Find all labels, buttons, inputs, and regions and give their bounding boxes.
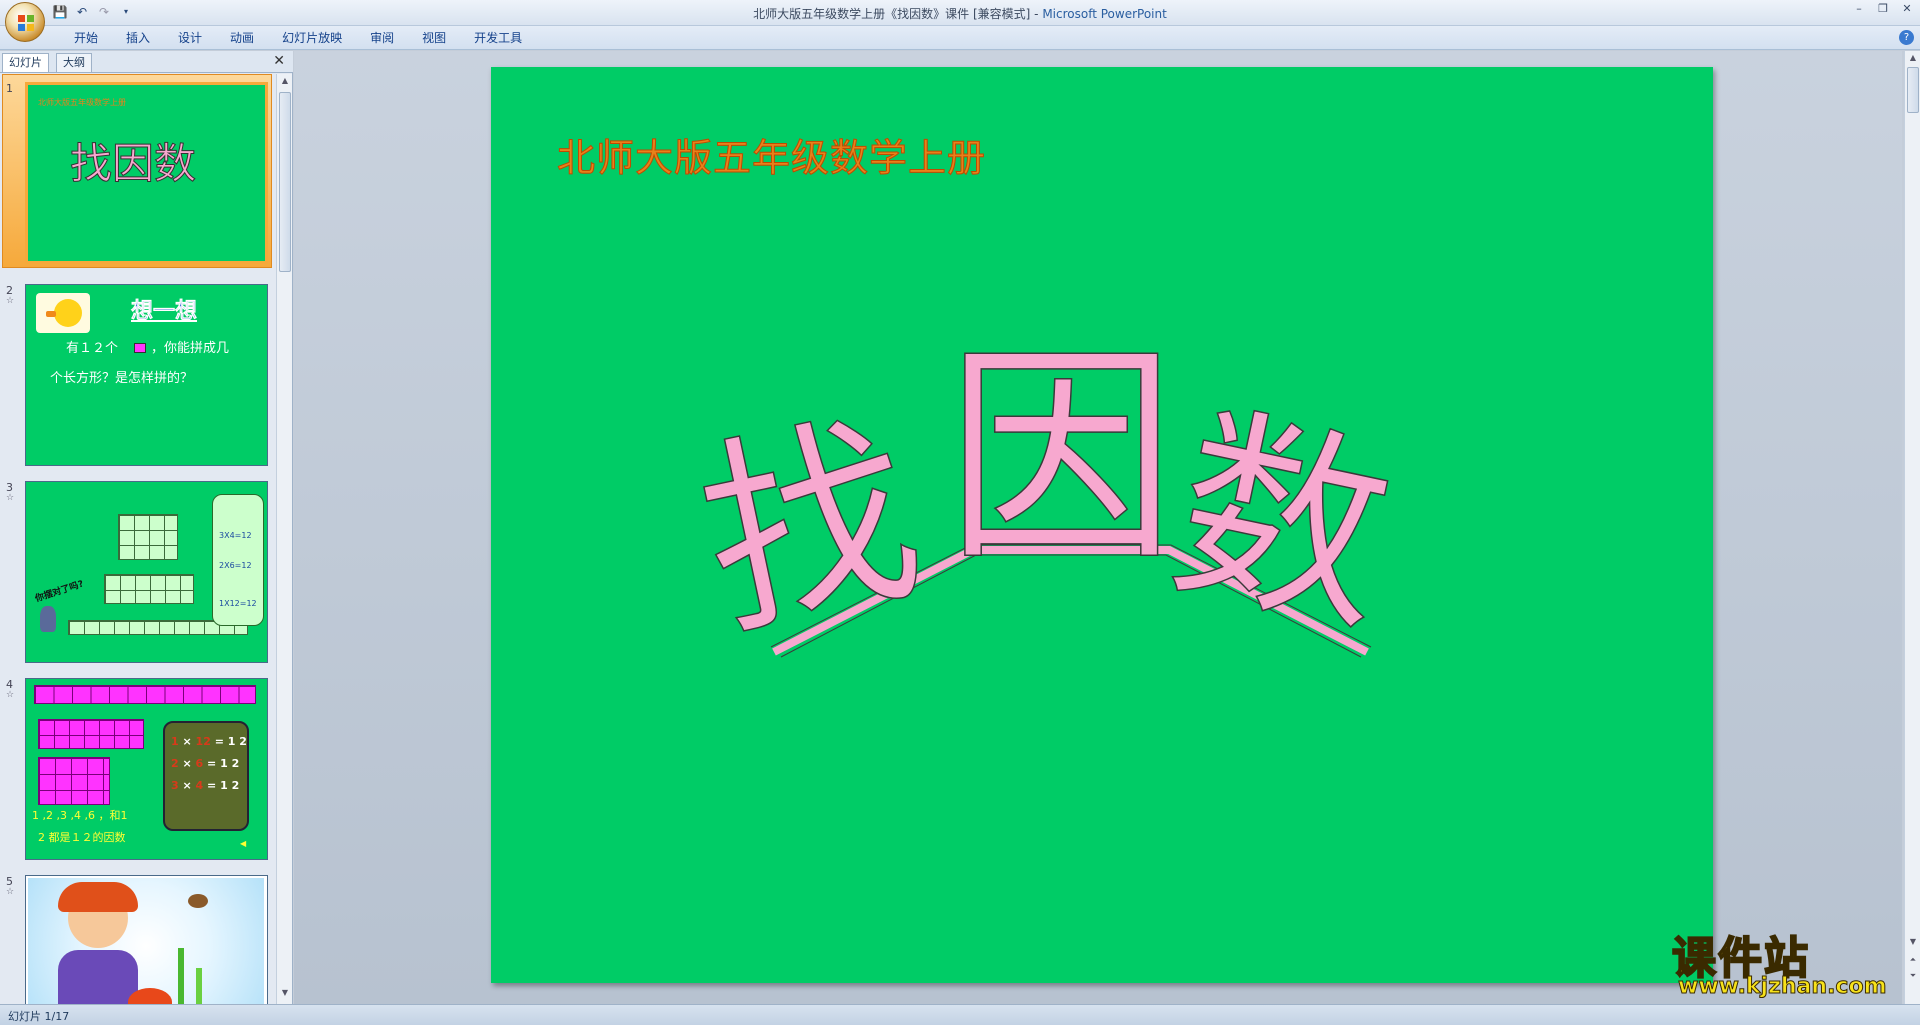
thumb-text-2: 个长方形？是怎样拼的？ (50, 371, 194, 386)
window-controls: – ❐ ✕ (1850, 2, 1916, 16)
thumb-text-1b: ，你能拼成几 (151, 341, 230, 356)
pane-tabs: 幻灯片 大纲 ✕ (0, 51, 293, 73)
eq-row-2: 2 × 6 = 1 2 (171, 757, 240, 770)
document-title: 北师大版五年级数学上册《找因数》课件 [兼容模式] - (753, 7, 1043, 21)
close-icon[interactable]: ✕ (1898, 2, 1916, 16)
watermark-url: www.kjzhan.com (1678, 974, 1888, 1000)
thumb-text-1a: 有１２个 (66, 341, 119, 356)
slide-counter: 幻灯片 1/17 (8, 1010, 70, 1023)
magenta-grid-3x4 (38, 757, 110, 805)
sound-icon: ◀ (240, 839, 247, 848)
slide-title-wordart[interactable]: 找 因 数 (491, 67, 1713, 983)
thumb-tag: 你摆对了吗? (34, 579, 86, 605)
scroll-up-icon[interactable]: ▲ (1905, 53, 1920, 67)
pane-close-icon[interactable]: ✕ (273, 53, 285, 69)
slides-pane: 幻灯片 大纲 ✕ 1 北师大版五年级数学上册 找因数 2 ☆ 想一想 有１２个 … (0, 51, 293, 1004)
eq-1: 3X4=12 (219, 531, 252, 540)
animation-star-icon: ☆ (6, 690, 15, 700)
tab-review[interactable]: 审阅 (356, 30, 408, 46)
animation-star-icon: ☆ (6, 493, 15, 503)
ribbon: 开始 插入 设计 动画 幻灯片放映 审阅 视图 开发工具 ? (0, 26, 1920, 50)
tab-view[interactable]: 视图 (408, 30, 460, 46)
status-bar: 幻灯片 1/17 (0, 1004, 1920, 1025)
equation-box: 3X4=12 2X6=12 1X12=12 (212, 494, 264, 626)
scroll-down-icon[interactable]: ▼ (1905, 937, 1920, 951)
thumbnail-list: 1 北师大版五年级数学上册 找因数 2 ☆ 想一想 有１２个 ，你能拼成几 个长… (0, 74, 275, 1004)
tab-developer[interactable]: 开发工具 (460, 30, 536, 46)
square-shape (134, 343, 146, 353)
eq-row-3: 3 × 4 = 1 2 (171, 779, 240, 792)
eq-row-1: 1 × 12 = 1 2 (171, 735, 247, 748)
slide-title-char-2: 因 (946, 325, 1176, 592)
grid-2x6 (104, 574, 194, 604)
thumbnail-scrollbar[interactable]: ▲ ▼ (276, 74, 292, 1004)
chick-image (36, 293, 90, 333)
tab-animations[interactable]: 动画 (216, 30, 268, 46)
slide-title-char-3: 数 (1154, 381, 1410, 664)
current-slide[interactable]: 北师大版五年级数学上册 找 因 数 (491, 67, 1713, 983)
thumbnail-slide-5[interactable] (25, 875, 268, 1004)
minimize-icon[interactable]: – (1850, 2, 1868, 16)
tab-home[interactable]: 开始 (60, 30, 112, 46)
thumb-title: 想一想 (131, 299, 198, 325)
thumb-title-art: 找因数 (70, 139, 197, 189)
tab-design[interactable]: 设计 (164, 30, 216, 46)
editor-scrollbar[interactable]: ▲ ▼ ⏶ ⏷ (1904, 51, 1920, 1004)
next-slide-icon[interactable]: ⏷ (1905, 971, 1920, 985)
thumb-text-1: 1 ,2 ,3 ,4 ,6 ，和1 (32, 809, 128, 822)
grid-3x4 (118, 514, 178, 560)
app-name: Microsoft PowerPoint (1042, 7, 1167, 21)
title-bar: 💾 ↶ ↷ ▾ 北师大版五年级数学上册《找因数》课件 [兼容模式] - Micr… (0, 0, 1920, 42)
ribbon-tabs: 开始 插入 设计 动画 幻灯片放映 审阅 视图 开发工具 (60, 30, 536, 46)
equation-box: 1 × 12 = 1 2 2 × 6 = 1 2 3 × 4 = 1 2 (163, 721, 249, 831)
thumbnail-slide-4[interactable]: 1 × 12 = 1 2 2 × 6 = 1 2 3 × 4 = 1 2 1 ,… (25, 678, 268, 860)
previous-slide-icon[interactable]: ⏶ (1905, 955, 1920, 969)
thumbnail-slide-2[interactable]: 想一想 有１２个 ，你能拼成几 个长方形？是怎样拼的？ (25, 284, 268, 466)
eq-2: 2X6=12 (219, 561, 252, 570)
thumbnail-number: 1 (6, 82, 13, 95)
scroll-thumb[interactable] (1907, 67, 1919, 113)
magenta-grid-1x12 (34, 685, 256, 704)
restore-icon[interactable]: ❐ (1874, 2, 1892, 16)
slide-title-char-1: 找 (682, 386, 938, 669)
scroll-down-icon[interactable]: ▼ (277, 988, 293, 1002)
office-logo-icon (18, 15, 34, 31)
office-button[interactable] (5, 2, 45, 42)
thumb-title-text: 找因数 (70, 139, 196, 188)
magenta-grid-2x6 (38, 719, 144, 749)
tab-slideshow[interactable]: 幻灯片放映 (268, 30, 356, 46)
thumbnail-slide-1[interactable]: 北师大版五年级数学上册 找因数 (25, 82, 268, 264)
tab-outline[interactable]: 大纲 (56, 53, 92, 72)
window-title: 北师大版五年级数学上册《找因数》课件 [兼容模式] - Microsoft Po… (0, 5, 1920, 22)
tab-slides[interactable]: 幻灯片 (2, 53, 49, 72)
cartoon-girl-image (28, 878, 264, 1004)
watermark: 课件站 www.kjzhan.com (1666, 922, 1904, 1006)
rabbit-image (40, 606, 56, 632)
tab-insert[interactable]: 插入 (112, 30, 164, 46)
thumbnail-slide-3[interactable]: 3X4=12 2X6=12 1X12=12 你摆对了吗? (25, 481, 268, 663)
scroll-up-icon[interactable]: ▲ (277, 76, 293, 90)
animation-star-icon: ☆ (6, 887, 15, 897)
thumb-subtitle: 北师大版五年级数学上册 (38, 98, 126, 107)
thumb-text-2: 2 都是１２的因数 (38, 831, 126, 844)
eq-3: 1X12=12 (219, 599, 257, 608)
scroll-thumb[interactable] (279, 92, 291, 272)
slide-editor: 北师大版五年级数学上册 找 因 数 (294, 51, 1902, 1004)
animation-star-icon: ☆ (6, 296, 15, 306)
help-icon[interactable]: ? (1899, 30, 1914, 45)
